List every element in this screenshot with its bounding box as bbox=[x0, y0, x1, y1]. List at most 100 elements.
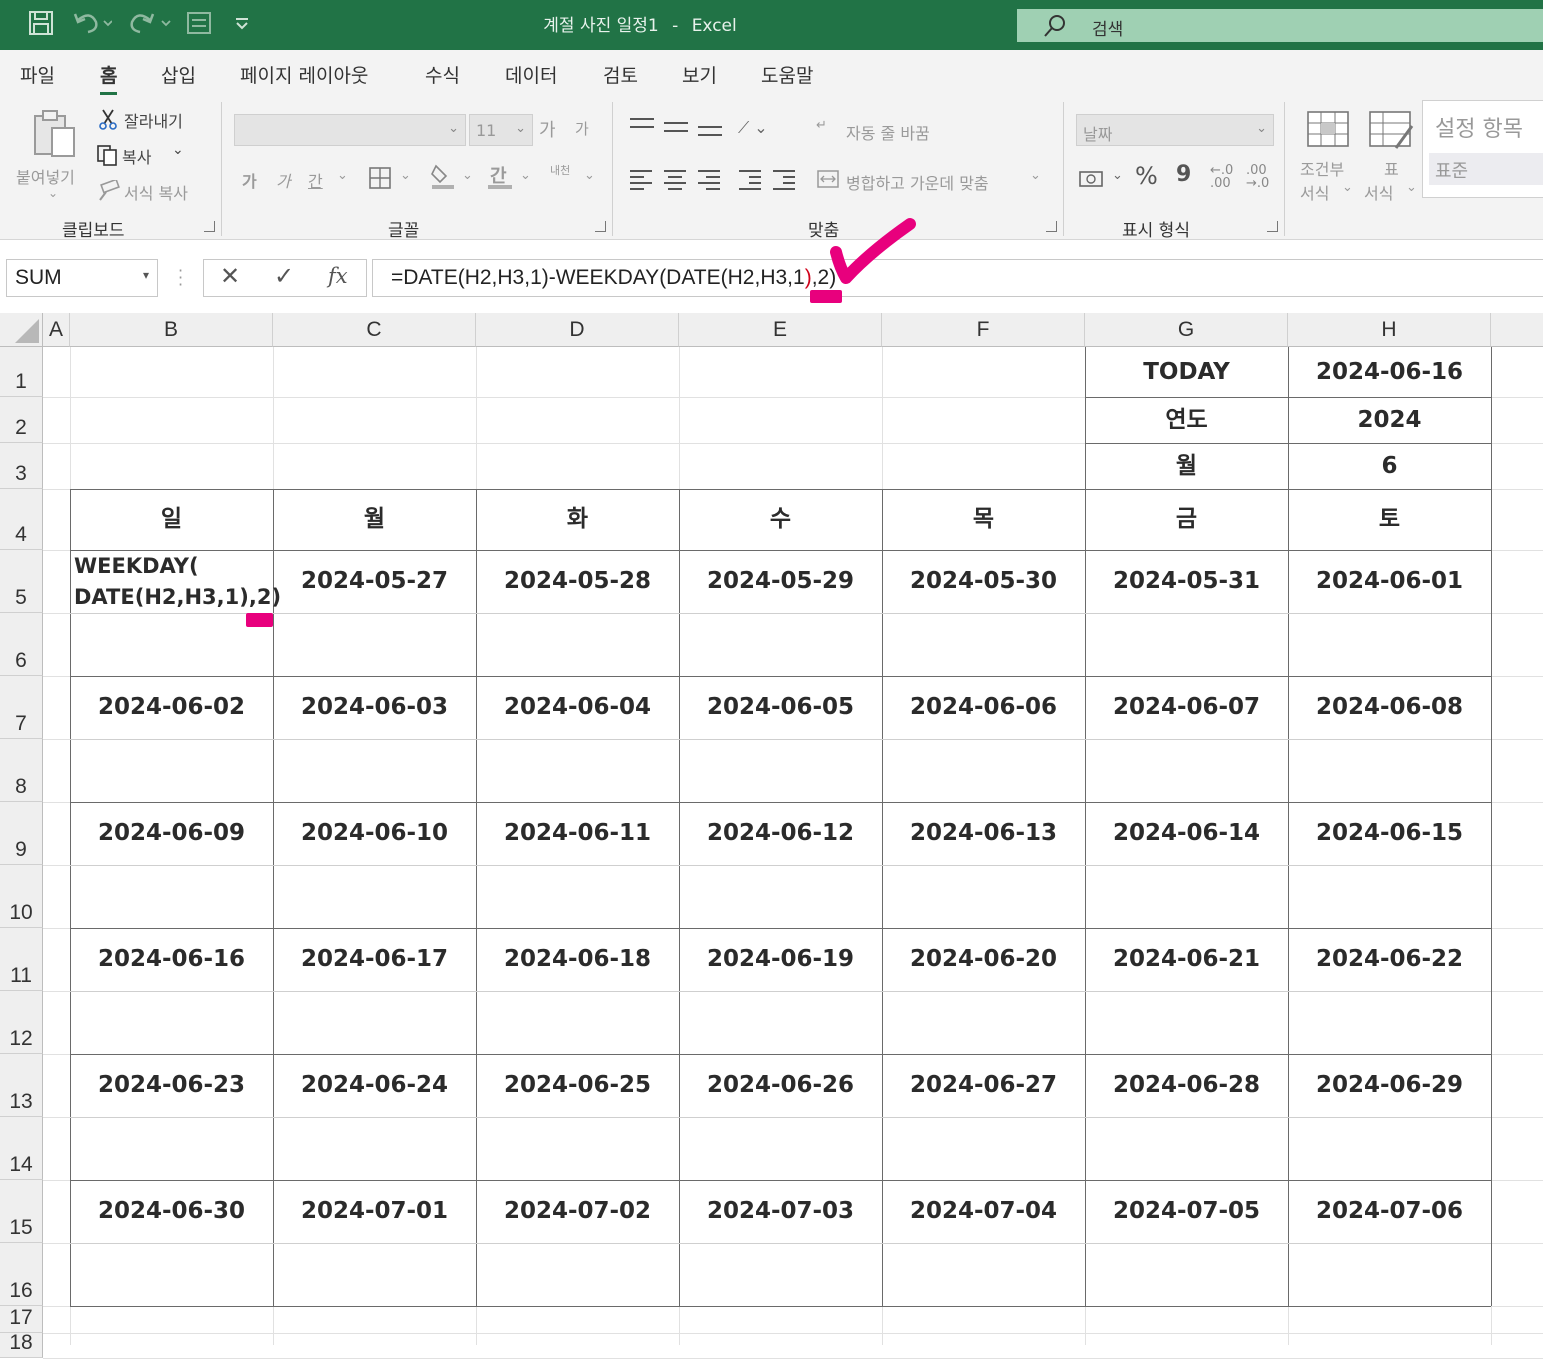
row-header-8[interactable]: 8 bbox=[0, 739, 43, 802]
row-header-2[interactable]: 2 bbox=[0, 397, 43, 443]
enter-icon[interactable]: ✓ bbox=[274, 262, 294, 290]
date-cell[interactable]: 2024-06-24 bbox=[273, 1054, 476, 1117]
cell-style-title[interactable]: 설정 항목 bbox=[1435, 111, 1523, 143]
weekday-header-cell[interactable]: 수 bbox=[679, 489, 882, 550]
date-cell[interactable]: 2024-06-13 bbox=[882, 802, 1085, 865]
date-cell[interactable]: 2024-06-22 bbox=[1288, 928, 1491, 991]
tab-page-layout[interactable]: 페이지 레이아웃 bbox=[240, 61, 368, 88]
align-center-icon[interactable] bbox=[664, 170, 688, 190]
tab-review[interactable]: 검토 bbox=[603, 61, 638, 88]
row-header-10[interactable]: 10 bbox=[0, 865, 43, 928]
date-cell[interactable]: 2024-06-18 bbox=[476, 928, 679, 991]
tab-home[interactable]: 홈 bbox=[100, 61, 118, 95]
copy-button[interactable]: 복사 ⌄ bbox=[94, 142, 204, 168]
date-cell[interactable]: 2024-07-02 bbox=[476, 1180, 679, 1243]
format-as-table-button[interactable]: 표 서식 ⌄ bbox=[1364, 108, 1420, 208]
column-header-d[interactable]: D bbox=[476, 313, 679, 347]
date-cell[interactable]: 2024-06-11 bbox=[476, 802, 679, 865]
date-cell[interactable]: 2024-07-06 bbox=[1288, 1180, 1491, 1243]
date-cell[interactable]: 2024-05-31 bbox=[1085, 550, 1288, 613]
align-top-icon[interactable] bbox=[630, 118, 654, 138]
column-header-e[interactable]: E bbox=[679, 313, 882, 347]
date-cell[interactable]: 2024-06-27 bbox=[882, 1054, 1085, 1117]
date-cell[interactable]: 2024-06-03 bbox=[273, 676, 476, 739]
row-header-15[interactable]: 15 bbox=[0, 1180, 43, 1243]
weekday-header-cell[interactable]: 토 bbox=[1288, 489, 1491, 550]
cell-style-normal[interactable]: 표준 bbox=[1429, 153, 1543, 185]
date-cell[interactable]: 2024-07-05 bbox=[1085, 1180, 1288, 1243]
clipboard-launcher-icon[interactable] bbox=[204, 221, 215, 232]
date-cell[interactable]: 2024-06-04 bbox=[476, 676, 679, 739]
date-cell[interactable]: 2024-06-30 bbox=[70, 1180, 273, 1243]
info-value-cell[interactable]: 2024 bbox=[1288, 397, 1491, 443]
wrap-text-button[interactable]: ↵ 자동 줄 바꿈 bbox=[816, 116, 1016, 144]
tab-formulas[interactable]: 수식 bbox=[425, 61, 460, 88]
info-label-cell[interactable]: 연도 bbox=[1085, 397, 1288, 443]
info-value-cell[interactable]: 6 bbox=[1288, 443, 1491, 489]
tab-file[interactable]: 파일 bbox=[20, 61, 55, 88]
insert-function-icon[interactable]: fx bbox=[328, 264, 348, 288]
select-all-corner[interactable] bbox=[0, 313, 43, 347]
weekday-header-cell[interactable]: 금 bbox=[1085, 489, 1288, 550]
align-bottom-icon[interactable] bbox=[698, 126, 722, 146]
conditional-formatting-button[interactable]: 조건부 서식 ⌄ bbox=[1300, 108, 1360, 208]
font-name-dropdown[interactable]: ⌄ bbox=[234, 114, 466, 146]
number-launcher-icon[interactable] bbox=[1267, 221, 1278, 232]
row-header-4[interactable]: 4 bbox=[0, 489, 43, 550]
border-button[interactable] bbox=[368, 166, 392, 194]
date-cell[interactable]: 2024-05-29 bbox=[679, 550, 882, 613]
row-header-5[interactable]: 5 bbox=[0, 550, 43, 613]
date-cell[interactable]: 2024-06-29 bbox=[1288, 1054, 1491, 1117]
currency-button[interactable] bbox=[1078, 168, 1106, 194]
underline-dropdown-icon[interactable]: ⌄ bbox=[337, 168, 348, 183]
date-cell[interactable]: 2024-05-30 bbox=[882, 550, 1085, 613]
tab-insert[interactable]: 삽입 bbox=[161, 61, 196, 88]
date-cell[interactable]: 2024-06-02 bbox=[70, 676, 273, 739]
date-cell[interactable]: 2024-06-12 bbox=[679, 802, 882, 865]
date-cell[interactable]: 2024-05-28 bbox=[476, 550, 679, 613]
alignment-launcher-icon[interactable] bbox=[1046, 221, 1057, 232]
date-cell[interactable]: 2024-06-06 bbox=[882, 676, 1085, 739]
phonetic-dropdown-icon[interactable]: ⌄ bbox=[584, 168, 595, 183]
date-cell[interactable]: 2024-06-17 bbox=[273, 928, 476, 991]
more-icon[interactable]: · · · bbox=[178, 263, 183, 293]
fill-color-button[interactable] bbox=[430, 162, 456, 194]
name-box[interactable]: SUM ▾ bbox=[6, 259, 158, 297]
paste-button[interactable]: 붙여넣기 ⌄ bbox=[14, 106, 90, 208]
date-cell[interactable]: 2024-06-21 bbox=[1085, 928, 1288, 991]
date-cell[interactable]: 2024-07-01 bbox=[273, 1180, 476, 1243]
date-cell[interactable]: 2024-06-07 bbox=[1085, 676, 1288, 739]
info-value-cell[interactable]: 2024-06-16 bbox=[1288, 347, 1491, 397]
column-header-f[interactable]: F bbox=[882, 313, 1085, 347]
row-header-9[interactable]: 9 bbox=[0, 802, 43, 865]
date-cell[interactable]: 2024-07-04 bbox=[882, 1180, 1085, 1243]
row-header-11[interactable]: 11 bbox=[0, 928, 43, 991]
bold-button[interactable]: 가 bbox=[242, 168, 257, 192]
date-cell[interactable]: 2024-06-14 bbox=[1085, 802, 1288, 865]
date-cell[interactable]: 2024-06-19 bbox=[679, 928, 882, 991]
row-header-1[interactable]: 1 bbox=[0, 347, 43, 397]
grow-font-button[interactable]: 가 bbox=[539, 116, 556, 142]
tab-help[interactable]: 도움말 bbox=[761, 61, 813, 88]
decrease-indent-icon[interactable] bbox=[739, 170, 763, 190]
date-cell[interactable]: 2024-06-01 bbox=[1288, 550, 1491, 613]
column-header-g[interactable]: G bbox=[1085, 313, 1288, 347]
row-header-14[interactable]: 14 bbox=[0, 1117, 43, 1180]
date-cell[interactable]: 2024-06-15 bbox=[1288, 802, 1491, 865]
weekday-header-cell[interactable]: 화 bbox=[476, 489, 679, 550]
decrease-decimal-icon[interactable]: .00 →.0 bbox=[1246, 164, 1269, 190]
column-header-a[interactable]: A bbox=[43, 313, 70, 347]
search-box[interactable]: 검색 bbox=[1017, 9, 1543, 42]
date-cell[interactable]: 2024-07-03 bbox=[679, 1180, 882, 1243]
underline-button[interactable]: 간 bbox=[308, 168, 323, 192]
fill-dropdown-icon[interactable]: ⌄ bbox=[462, 168, 473, 183]
increase-decimal-icon[interactable]: ←.0.00 bbox=[1210, 164, 1233, 190]
currency-dropdown-icon[interactable]: ⌄ bbox=[1112, 168, 1123, 183]
row-header-13[interactable]: 13 bbox=[0, 1054, 43, 1117]
increase-indent-icon[interactable] bbox=[773, 170, 797, 190]
weekday-header-cell[interactable]: 목 bbox=[882, 489, 1085, 550]
weekday-header-cell[interactable]: 일 bbox=[70, 489, 273, 550]
cancel-icon[interactable]: ✕ bbox=[220, 262, 240, 290]
date-cell[interactable]: 2024-06-09 bbox=[70, 802, 273, 865]
date-cell[interactable]: 2024-06-05 bbox=[679, 676, 882, 739]
